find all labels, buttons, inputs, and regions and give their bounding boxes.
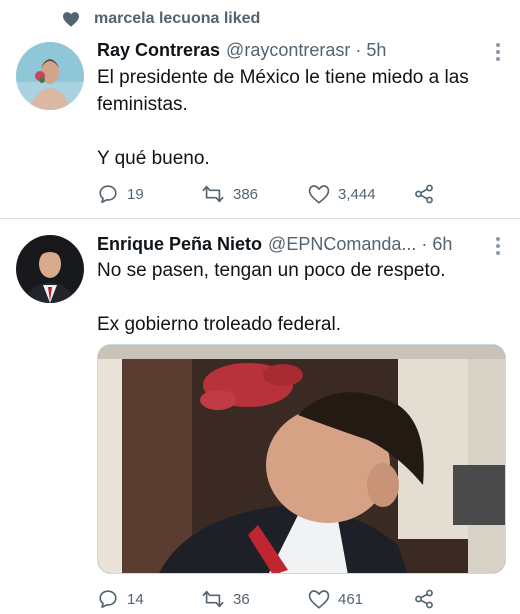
tweet-actions: 14 36 461 <box>97 588 435 610</box>
timestamp[interactable]: 5h <box>366 40 386 61</box>
retweet-button[interactable]: 36 <box>201 588 308 610</box>
like-icon <box>308 590 330 609</box>
more-options-icon[interactable] <box>496 43 500 61</box>
retweet-count: 386 <box>233 185 259 203</box>
tweet-header: Enrique Peña Nieto @EPNComanda... · 6h <box>97 234 452 255</box>
reply-button[interactable]: 19 <box>97 183 201 205</box>
tweet-text-line: No se pasen, tengan un poco de respeto. <box>97 260 446 281</box>
share-button[interactable] <box>413 183 435 205</box>
retweet-count: 36 <box>233 590 250 608</box>
tweet-text-line: El presidente de México le tiene miedo a… <box>97 67 469 115</box>
tweet-text: No se pasen, tengan un poco de respeto. … <box>97 257 502 338</box>
reply-icon <box>99 590 117 609</box>
retweet-icon <box>202 590 224 608</box>
more-options-icon[interactable] <box>496 237 500 255</box>
separator-dot: · <box>421 234 428 254</box>
like-icon <box>308 185 330 204</box>
avatar[interactable] <box>16 42 84 110</box>
tweet-text: El presidente de México le tiene miedo a… <box>97 64 502 172</box>
timestamp[interactable]: 6h <box>432 234 452 255</box>
tweet-text-line: Y qué bueno. <box>97 148 210 169</box>
retweet-button[interactable]: 386 <box>201 183 308 205</box>
tweet-text-line: Ex gobierno troleado federal. <box>97 314 341 335</box>
like-button[interactable]: 3,444 <box>308 184 413 204</box>
like-count: 3,444 <box>338 185 376 203</box>
avatar[interactable] <box>16 235 84 303</box>
like-button[interactable]: 461 <box>308 589 413 609</box>
reply-count: 14 <box>127 590 144 608</box>
author-name[interactable]: Ray Contreras <box>97 40 220 61</box>
author-handle[interactable]: @raycontrerasr <box>226 40 350 61</box>
author-handle[interactable]: @EPNComanda... <box>268 234 416 255</box>
share-button[interactable] <box>413 588 435 610</box>
author-name[interactable]: Enrique Peña Nieto <box>97 234 262 255</box>
tweet-header: Ray Contreras @raycontrerasr · 5h <box>97 40 386 61</box>
retweet-icon <box>202 185 224 203</box>
reply-count: 19 <box>127 185 144 203</box>
like-count: 461 <box>338 590 364 608</box>
share-icon <box>415 184 433 204</box>
tweet-actions: 19 386 3,444 <box>97 183 435 205</box>
tweet[interactable]: Ray Contreras @raycontrerasr · 5h El pre… <box>0 0 520 218</box>
tweet-media[interactable] <box>97 344 506 574</box>
reply-icon <box>99 185 117 204</box>
reply-button[interactable]: 14 <box>97 588 201 610</box>
share-icon <box>415 589 433 609</box>
separator-dot: · <box>355 40 362 60</box>
